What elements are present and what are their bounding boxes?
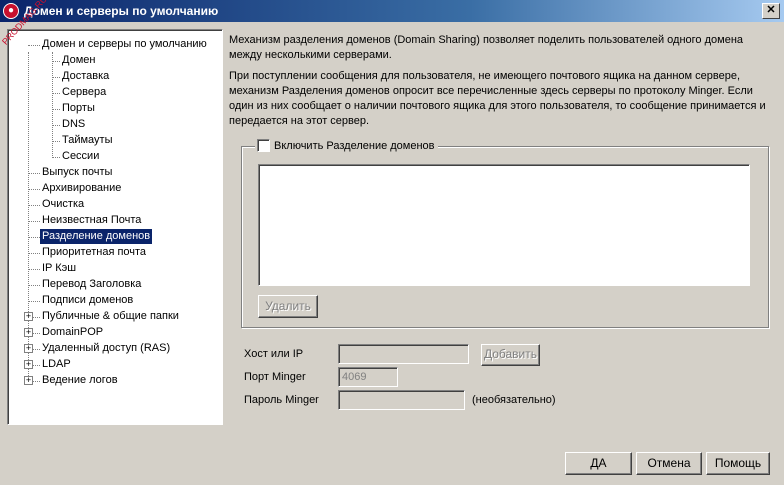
password-label: Пароль Minger	[244, 394, 319, 406]
port-input[interactable]: 4069	[338, 367, 398, 387]
cancel-button[interactable]: Отмена	[636, 452, 702, 475]
tree-item-archiving[interactable]: Архивирование	[40, 181, 123, 196]
checkbox-icon[interactable]	[257, 139, 270, 152]
tree-item-domain-signatures[interactable]: Подписи доменов	[40, 293, 135, 308]
tree-connector	[28, 285, 40, 286]
title-bar[interactable]: ● Домен и серверы по умолчанию ✕	[0, 0, 784, 22]
tree-item-cleanup[interactable]: Очистка	[40, 197, 86, 212]
tree-connector	[28, 205, 40, 206]
tree-connector	[28, 253, 40, 254]
tree-item-delivery[interactable]: Доставка	[60, 69, 111, 84]
tree-connector	[33, 349, 40, 350]
settings-tree[interactable]: Домен и серверы по умолчанию Домен Доста…	[7, 29, 223, 425]
tree-connector	[52, 61, 60, 62]
tree-item-timeouts[interactable]: Таймауты	[60, 133, 115, 148]
password-input[interactable]	[338, 390, 465, 410]
tree-connector	[52, 141, 60, 142]
description-paragraph-2: При поступлении сообщения для пользовате…	[229, 70, 766, 127]
tree-connector	[28, 221, 40, 222]
close-button[interactable]: ✕	[762, 3, 780, 19]
tree-item-servers[interactable]: Сервера	[60, 85, 108, 100]
help-button[interactable]: Помощь	[706, 452, 770, 475]
tree-item-header-translation[interactable]: Перевод Заголовка	[40, 277, 143, 292]
expand-icon[interactable]: +	[24, 344, 33, 353]
expand-icon[interactable]: +	[24, 312, 33, 321]
tree-item-ldap[interactable]: LDAP	[40, 357, 73, 372]
tree-item-logging[interactable]: Ведение логов	[40, 373, 120, 388]
ok-button[interactable]: ДА	[565, 452, 632, 475]
app-icon: ●	[3, 3, 19, 19]
tree-connector	[52, 125, 60, 126]
expand-icon[interactable]: +	[24, 360, 33, 369]
tree-connector	[52, 109, 60, 110]
port-label: Порт Minger	[244, 371, 306, 383]
window-title: Домен и серверы по умолчанию	[24, 4, 219, 18]
description-paragraph-1: Механизм разделения доменов (Domain Shar…	[229, 34, 744, 61]
delete-button[interactable]: Удалить	[258, 295, 318, 318]
tree-connector	[28, 189, 40, 190]
tree-connector	[33, 333, 40, 334]
tree-item-unknown-mail[interactable]: Неизвестная Почта	[40, 213, 143, 228]
tree-connector	[52, 77, 60, 78]
tree-connector	[52, 93, 60, 94]
tree-item-domain-sharing[interactable]: Разделение доменов	[40, 229, 153, 244]
optional-label: (необязательно)	[472, 394, 556, 406]
tree-connector	[52, 157, 60, 158]
tree-item-public-folders[interactable]: Публичные & общие папки	[40, 309, 181, 324]
tree-item-mail-release[interactable]: Выпуск почты	[40, 165, 114, 180]
tree-item-domain[interactable]: Домен	[60, 53, 97, 68]
dialog-window: ● Домен и серверы по умолчанию ✕ Домен и…	[0, 0, 784, 485]
tree-connector	[28, 173, 40, 174]
tree-item-dns[interactable]: DNS	[60, 117, 87, 132]
tree-item-domainpop[interactable]: DomainPOP	[40, 325, 105, 340]
expand-icon[interactable]: +	[24, 376, 33, 385]
expand-icon[interactable]: +	[24, 328, 33, 337]
tree-item-ip-cache[interactable]: IP Кэш	[40, 261, 78, 276]
tree-item-ports[interactable]: Порты	[60, 101, 97, 116]
tree-connector	[28, 45, 40, 46]
tree-item-priority-mail[interactable]: Приоритетная почта	[40, 245, 148, 260]
host-label: Хост или IP	[244, 348, 304, 360]
tree-connector	[33, 381, 40, 382]
tree-connector	[28, 269, 40, 270]
tree-item-root[interactable]: Домен и серверы по умолчанию	[40, 37, 209, 52]
tree-connector	[28, 237, 40, 238]
host-input[interactable]	[338, 344, 469, 364]
enable-domain-sharing-label: Включить Разделение доменов	[274, 140, 435, 152]
enable-domain-sharing-checkbox[interactable]: Включить Разделение доменов	[255, 139, 438, 153]
tree-item-ras[interactable]: Удаленный доступ (RAS)	[40, 341, 172, 356]
tree-connector	[33, 317, 40, 318]
tree-item-sessions[interactable]: Сессии	[60, 149, 101, 164]
servers-listbox[interactable]	[258, 164, 750, 286]
tree-connector	[28, 301, 40, 302]
add-button[interactable]: Добавить	[481, 344, 540, 366]
tree-connector	[33, 365, 40, 366]
